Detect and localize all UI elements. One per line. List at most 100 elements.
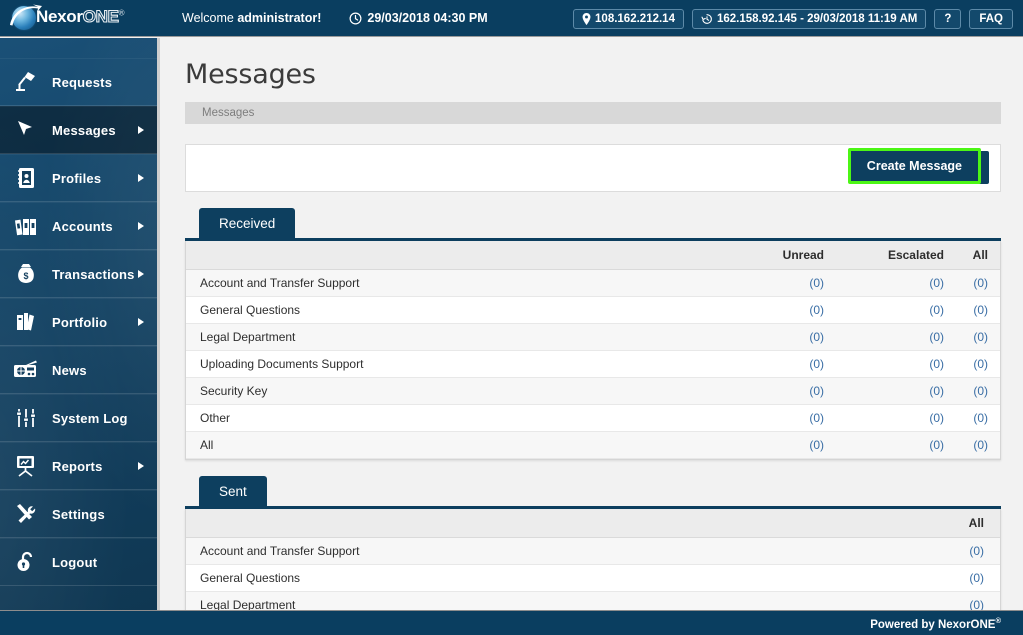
sidebar-item-settings[interactable]: Settings (0, 490, 157, 538)
unread-count-link[interactable]: (0) (809, 357, 824, 371)
received-col-unread: Unread (726, 241, 836, 270)
unread-count-link[interactable]: (0) (809, 438, 824, 452)
breadcrumb: Messages (185, 102, 1001, 124)
sidebar-item-requests[interactable]: Requests (0, 58, 157, 106)
all-count-link[interactable]: (0) (973, 303, 988, 317)
row-category: Account and Transfer Support (186, 269, 726, 297)
all-count-link[interactable]: (0) (973, 330, 988, 344)
footer-credit: Powered by NexorONE® (870, 616, 1001, 631)
unread-count-link[interactable]: (0) (809, 411, 824, 425)
action-panel: Create Message (185, 144, 1001, 192)
received-col-all: All (956, 241, 1000, 270)
escalated-count-link[interactable]: (0) (929, 438, 944, 452)
current-datetime-text: 29/03/2018 04:30 PM (367, 11, 488, 25)
unread-count-link[interactable]: (0) (809, 276, 824, 290)
table-row[interactable]: Legal Department (0) (0) (0) (186, 323, 1000, 351)
all-count-link[interactable]: (0) (973, 357, 988, 371)
table-row[interactable]: Legal Department (0) (186, 591, 1000, 610)
table-row[interactable]: Account and Transfer Support (0) (0) (0) (186, 269, 1000, 297)
unread-count-link[interactable]: (0) (809, 384, 824, 398)
row-category: Legal Department (186, 323, 726, 351)
escalated-count-link[interactable]: (0) (929, 276, 944, 290)
row-category: Uploading Documents Support (186, 350, 726, 378)
table-row[interactable]: Other (0) (0) (0) (186, 404, 1000, 432)
all-count-link[interactable]: (0) (973, 438, 988, 452)
row-unread: (0) (726, 350, 836, 378)
nexorone-logo[interactable]: NexorONE® (0, 0, 170, 36)
all-count-link[interactable]: (0) (969, 571, 984, 585)
briefcase-icon (0, 310, 52, 334)
current-ip-badge[interactable]: 108.162.212.14 (573, 8, 684, 29)
all-count-link[interactable]: (0) (969, 598, 984, 610)
row-all: (0) (956, 269, 1000, 297)
escalated-count-link[interactable]: (0) (929, 384, 944, 398)
row-category: General Questions (186, 296, 726, 324)
escalated-count-link[interactable]: (0) (929, 411, 944, 425)
sent-table-header-row: All (186, 509, 1000, 538)
chevron-right-icon (138, 270, 144, 278)
table-row[interactable]: Account and Transfer Support (0) (186, 537, 1000, 565)
sidebar-item-accounts[interactable]: Accounts (0, 202, 157, 250)
received-table: Unread Escalated All Account and Transfe… (186, 241, 1000, 459)
row-all: (0) (956, 404, 1000, 432)
desk-lamp-icon (0, 70, 52, 94)
sidebar-menu-list: Requests Messages Profiles Accounts $ Tr… (0, 38, 157, 586)
welcome-username: administrator! (237, 11, 322, 25)
escalated-count-link[interactable]: (0) (929, 357, 944, 371)
sidebar-item-news[interactable]: News (0, 346, 157, 394)
sidebar-item-reports[interactable]: Reports (0, 442, 157, 490)
unread-count-link[interactable]: (0) (809, 330, 824, 344)
sidebar-item-profiles[interactable]: Profiles (0, 154, 157, 202)
table-row[interactable]: All (0) (0) (0) (186, 431, 1000, 459)
row-escalated: (0) (836, 377, 956, 405)
row-all: (0) (946, 564, 1000, 592)
all-count-link[interactable]: (0) (973, 276, 988, 290)
unread-count-link[interactable]: (0) (809, 303, 824, 317)
row-all: (0) (956, 323, 1000, 351)
sidebar-item-transactions[interactable]: $ Transactions (0, 250, 157, 298)
faq-button[interactable]: FAQ (969, 8, 1013, 29)
sidebar-item-system-log[interactable]: System Log (0, 394, 157, 442)
chevron-right-icon (138, 174, 144, 182)
sidebar-navigation: Requests Messages Profiles Accounts $ Tr… (0, 38, 160, 610)
sidebar-item-label: Accounts (52, 218, 113, 234)
tools-icon (0, 502, 52, 526)
row-all: (0) (956, 431, 1000, 459)
all-count-link[interactable]: (0) (973, 411, 988, 425)
sidebar-item-label: Messages (52, 122, 116, 138)
sidebar-item-label: Transactions (52, 266, 135, 282)
row-unread: (0) (726, 377, 836, 405)
help-button[interactable]: ? (934, 8, 962, 29)
breadcrumb-current: Messages (202, 107, 255, 119)
sidebar-item-label: Settings (52, 506, 105, 522)
sliders-icon (0, 406, 52, 430)
sidebar-item-logout[interactable]: Logout (0, 538, 157, 586)
table-row[interactable]: Security Key (0) (0) (0) (186, 377, 1000, 405)
row-unread: (0) (726, 323, 836, 351)
page-title: Messages (185, 59, 316, 90)
sent-table: All Account and Transfer Support (0) Gen… (186, 509, 1000, 610)
received-section: Received Unread Escalated All Account an… (185, 208, 1001, 460)
create-message-button[interactable]: Create Message (847, 148, 981, 184)
sidebar-item-messages[interactable]: Messages (0, 106, 157, 154)
row-category: Other (186, 404, 726, 432)
sidebar-item-label: Reports (52, 458, 103, 474)
logo-registered-mark: ® (118, 8, 125, 18)
escalated-count-link[interactable]: (0) (929, 330, 944, 344)
footer-credit-text: Powered by NexorONE (870, 618, 996, 631)
table-row[interactable]: General Questions (0) (186, 564, 1000, 592)
row-all: (0) (956, 296, 1000, 324)
row-unread: (0) (726, 296, 836, 324)
escalated-count-link[interactable]: (0) (929, 303, 944, 317)
unlock-icon (0, 550, 52, 574)
table-row[interactable]: Uploading Documents Support (0) (0) (0) (186, 350, 1000, 378)
footer-bar: Powered by NexorONE® (0, 610, 1023, 635)
history-icon (701, 13, 713, 25)
tab-sent[interactable]: Sent (199, 476, 267, 506)
all-count-link[interactable]: (0) (969, 544, 984, 558)
tab-received[interactable]: Received (199, 208, 296, 238)
last-login-badge[interactable]: 162.158.92.145 - 29/03/2018 11:19 AM (691, 8, 927, 29)
all-count-link[interactable]: (0) (973, 384, 988, 398)
sidebar-item-portfolio[interactable]: Portfolio (0, 298, 157, 346)
table-row[interactable]: General Questions (0) (0) (0) (186, 296, 1000, 324)
